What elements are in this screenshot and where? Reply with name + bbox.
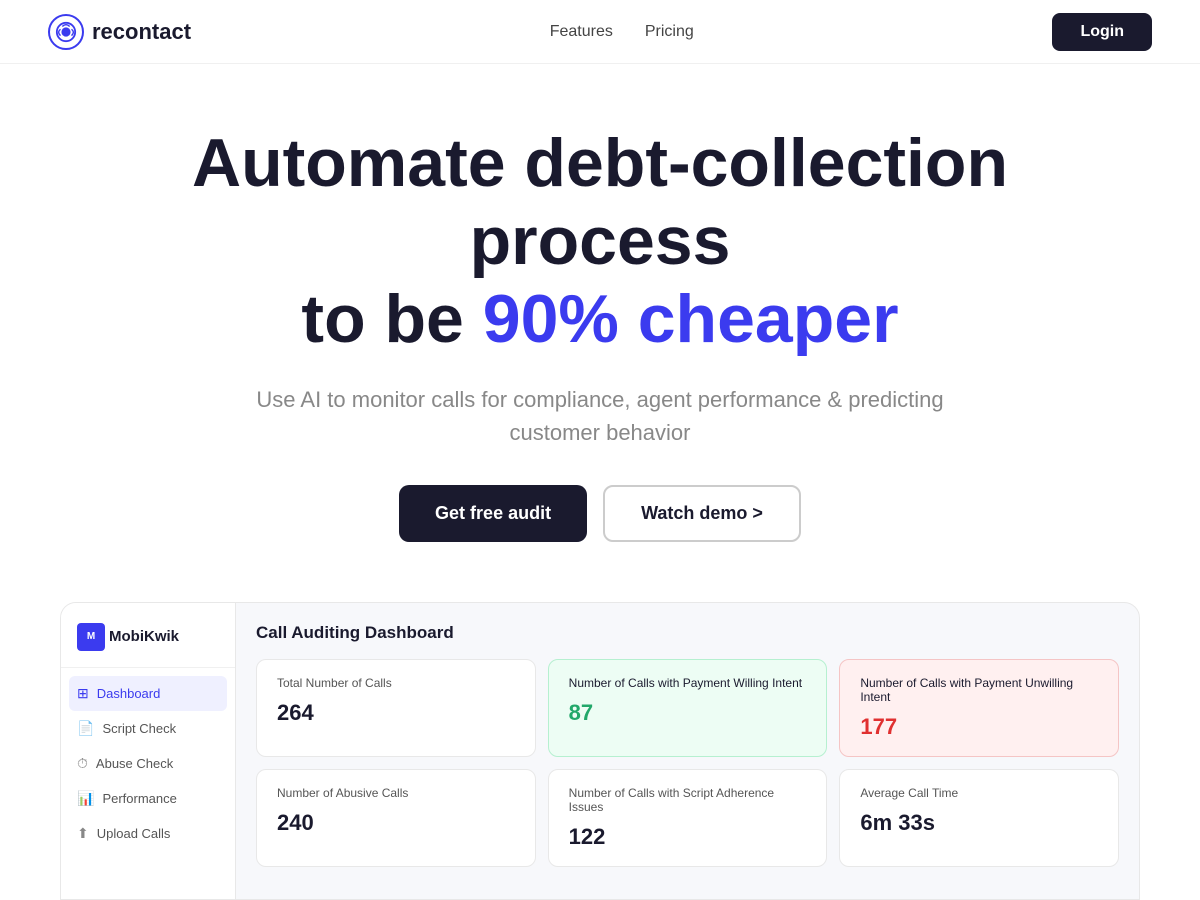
sidebar: M MobiKwik ⊞ Dashboard 📄 Script Check ⏱ … [61,603,236,899]
cta-secondary-button[interactable]: Watch demo > [603,485,801,542]
card-label-abusive: Number of Abusive Calls [277,786,515,800]
sidebar-brand: M MobiKwik [61,619,235,668]
upload-icon: ⬆ [77,825,89,842]
hero-buttons: Get free audit Watch demo > [48,485,1152,542]
card-unwilling: Number of Calls with Payment Unwilling I… [839,659,1119,757]
cta-primary-button[interactable]: Get free audit [399,485,587,542]
performance-icon: 📊 [77,790,94,807]
card-value-script: 122 [569,824,807,850]
card-script-issues: Number of Calls with Script Adherence Is… [548,769,828,867]
nav-pricing[interactable]: Pricing [645,23,694,41]
nav-links: Features Pricing [550,23,694,41]
card-label-avg: Average Call Time [860,786,1098,800]
dashboard-icon: ⊞ [77,685,89,702]
logo-icon [48,14,84,50]
cards-row-1: Total Number of Calls 264 Number of Call… [256,659,1119,757]
hero-title: Automate debt-collection process to be 9… [120,124,1080,359]
dashboard-title: Call Auditing Dashboard [256,623,1119,643]
logo: recontact [48,14,191,50]
card-label-script: Number of Calls with Script Adherence Is… [569,786,807,814]
mobikwik-icon: M [77,623,105,651]
card-label-unwilling: Number of Calls with Payment Unwilling I… [860,676,1098,704]
sidebar-item-performance[interactable]: 📊 Performance [61,781,235,816]
card-total-calls: Total Number of Calls 264 [256,659,536,757]
card-value-total: 264 [277,700,515,726]
login-button[interactable]: Login [1052,13,1152,51]
card-value-willing: 87 [569,700,807,726]
card-abusive: Number of Abusive Calls 240 [256,769,536,867]
card-value-abusive: 240 [277,810,515,836]
card-avg-time: Average Call Time 6m 33s [839,769,1119,867]
cards-row-2: Number of Abusive Calls 240 Number of Ca… [256,769,1119,867]
mobikwik-logo: M MobiKwik [77,623,219,651]
logo-text: recontact [92,19,191,45]
script-icon: 📄 [77,720,94,737]
abuse-icon: ⏱ [77,755,88,772]
dashboard-content: Call Auditing Dashboard Total Number of … [236,603,1139,899]
sidebar-item-upload-calls[interactable]: ⬆ Upload Calls [61,816,235,851]
hero-section: Automate debt-collection process to be 9… [0,64,1200,574]
card-value-avg: 6m 33s [860,810,1098,836]
sidebar-item-abuse-check[interactable]: ⏱ Abuse Check [61,746,235,781]
card-label-total: Total Number of Calls [277,676,515,690]
dashboard-preview: M MobiKwik ⊞ Dashboard 📄 Script Check ⏱ … [60,602,1140,900]
sidebar-item-dashboard[interactable]: ⊞ Dashboard [69,676,227,711]
card-label-willing: Number of Calls with Payment Willing Int… [569,676,807,690]
card-value-unwilling: 177 [860,714,1098,740]
sidebar-item-script-check[interactable]: 📄 Script Check [61,711,235,746]
card-willing: Number of Calls with Payment Willing Int… [548,659,828,757]
navbar: recontact Features Pricing Login [0,0,1200,64]
hero-accent: 90% cheaper [483,281,899,357]
hero-subtitle: Use AI to monitor calls for compliance, … [250,383,950,449]
nav-features[interactable]: Features [550,23,613,41]
